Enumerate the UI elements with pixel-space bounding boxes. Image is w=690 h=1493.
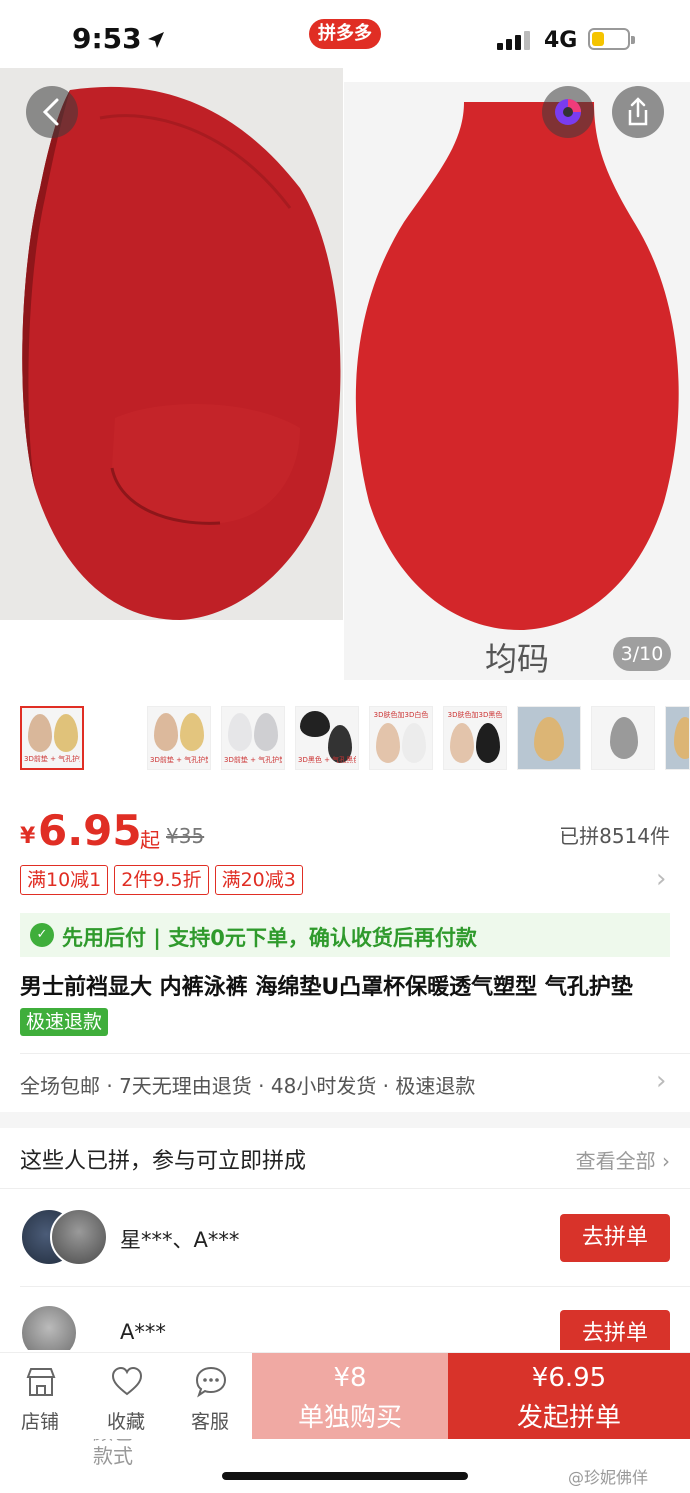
buy-alone-label: 单独购买: [297, 1403, 402, 1433]
app-switch-icon: [555, 99, 581, 125]
group-price: 6.95: [38, 806, 142, 855]
store-button[interactable]: 店铺: [0, 1353, 80, 1439]
original-price: ¥35: [166, 824, 205, 848]
start-group-price: ¥6.95: [531, 1363, 607, 1393]
fast-refund-badge: 极速退款: [20, 1008, 109, 1036]
mini-app-button[interactable]: [542, 86, 594, 138]
price-from-suffix: 起: [140, 828, 160, 852]
divider: [0, 1188, 690, 1189]
customer-service-button[interactable]: 客服: [170, 1353, 250, 1439]
service-guarantees[interactable]: 全场包邮 · 7天无理由退货 · 48小时发货 · 极速退款: [20, 1070, 475, 1099]
chat-bubble-icon: [195, 1366, 227, 1398]
price-row: ¥ 6.95 起 ¥35 已拼8514件: [20, 806, 670, 856]
color-thumbnail[interactable]: [665, 706, 690, 770]
heart-icon: [111, 1366, 143, 1396]
buy-alone-button[interactable]: ¥8 单独购买: [252, 1353, 448, 1439]
color-thumbnail[interactable]: 3D前垫 + 气孔护垫: [221, 706, 285, 770]
group-row[interactable]: A*** 去拼单: [0, 1288, 690, 1350]
clock: 9:53: [72, 22, 142, 55]
cellular-signal-icon: [497, 31, 530, 50]
chevron-left-icon: [42, 98, 59, 126]
product-title: 男士前裆显大 内裤泳裤 海绵垫U凸罩杯保暖透气塑型 气孔护垫 极速退款: [20, 970, 670, 1042]
product-title-text: 男士前裆显大 内裤泳裤 海绵垫U凸罩杯保暖透气塑型 气孔护垫: [20, 975, 633, 1000]
join-group-button[interactable]: 去拼单: [560, 1214, 670, 1262]
pay-later-banner[interactable]: ✓ 先用后付 | 支持0元下单，确认收货后再付款: [20, 913, 670, 957]
color-thumbnail[interactable]: 3D肤色加3D白色: [369, 706, 433, 770]
color-thumbnail[interactable]: [591, 706, 655, 770]
color-thumbnail[interactable]: 3D肤色加3D黑色: [443, 706, 507, 770]
network-type: 4G: [544, 28, 578, 53]
store-icon: [26, 1368, 56, 1396]
see-all-link[interactable]: 查看全部 ›: [576, 1145, 670, 1174]
product-gallery[interactable]: [0, 68, 690, 680]
share-button[interactable]: [612, 86, 664, 138]
battery-icon: [588, 28, 635, 50]
pay-later-text: 先用后付 | 支持0元下单，确认收货后再付款: [62, 926, 477, 950]
status-bar: 9:53 拼多多 4G: [0, 0, 690, 68]
bottom-action-bar: 店铺 收藏 客服 ¥8 单独购买 ¥6.95 发起拼单: [0, 1352, 690, 1439]
color-thumbnail-strip[interactable]: 3D前垫 + 气孔护垫 颜色款式 3D前垫 + 气孔护垫 3D前垫 + 气孔护垫…: [0, 706, 690, 1468]
color-thumbnail[interactable]: [517, 706, 581, 770]
watermark: @珍妮佛佯: [568, 1468, 649, 1487]
section-gap: [0, 1112, 690, 1128]
coupon-tag[interactable]: 满20减3: [214, 865, 303, 895]
start-group-label: 发起拼单: [516, 1403, 621, 1433]
avatar: [50, 1208, 108, 1266]
avatar: [20, 1304, 78, 1350]
buy-alone-price: ¥8: [333, 1363, 367, 1393]
group-member-names: 星***、A***: [120, 1228, 240, 1252]
size-label: 均码: [485, 640, 550, 678]
page-indicator: 3/10: [613, 637, 671, 671]
app-badge[interactable]: 拼多多: [309, 19, 381, 49]
product-photo-front: [0, 68, 343, 621]
sold-count: 已拼8514件: [559, 824, 670, 848]
pay-later-icon: ✓: [30, 923, 54, 947]
divider: [20, 1053, 690, 1054]
coupon-tag[interactable]: 满10减1: [20, 865, 109, 895]
home-indicator[interactable]: [222, 1472, 468, 1480]
currency-symbol: ¥: [20, 824, 36, 849]
start-group-button[interactable]: ¥6.95 发起拼单: [448, 1353, 690, 1439]
back-button[interactable]: [26, 86, 78, 138]
coupon-row[interactable]: 满10减1 2件9.5折 满20减3: [20, 865, 670, 895]
group-section-title: 这些人已拼，参与可立即拼成: [20, 1149, 307, 1174]
group-row[interactable]: 星***、A*** 去拼单: [0, 1190, 690, 1286]
group-member-names: A***: [120, 1320, 166, 1344]
chevron-right-icon[interactable]: ›: [656, 864, 666, 894]
chevron-right-icon[interactable]: ›: [656, 1066, 666, 1096]
color-thumbnail[interactable]: 3D黑色 + 气孔黑色: [295, 706, 359, 770]
favorite-button[interactable]: 收藏: [86, 1353, 166, 1439]
divider: [20, 1286, 690, 1287]
share-icon: [628, 97, 648, 126]
location-arrow-icon: [148, 32, 164, 48]
color-thumbnail[interactable]: 3D前垫 + 气孔护垫: [147, 706, 211, 770]
join-group-button[interactable]: 去拼单: [560, 1310, 670, 1350]
product-photo-back: [344, 82, 690, 680]
coupon-tag[interactable]: 2件9.5折: [114, 865, 209, 895]
color-thumbnail[interactable]: 3D前垫 + 气孔护垫: [20, 706, 84, 770]
